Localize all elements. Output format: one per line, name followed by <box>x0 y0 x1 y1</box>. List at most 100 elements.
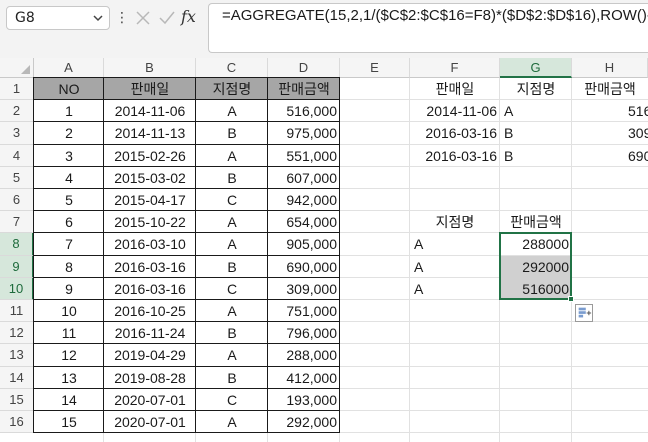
main-table-cell-amount: 690,000 <box>286 258 337 275</box>
quick-analysis-icon[interactable] <box>575 304 593 322</box>
name-box[interactable]: G8 <box>6 6 110 30</box>
main-table-cell-date: 2019-08-28 <box>114 369 186 386</box>
row-header-15[interactable]: 15 <box>0 388 34 411</box>
main-table-cell-amount: 751,000 <box>286 303 337 319</box>
row-header-7[interactable]: 7 <box>0 211 34 234</box>
side-table-header: 판매금액 <box>584 81 636 97</box>
lookup-table-header: 지점명 <box>435 214 475 231</box>
side-table-cell-branch: A <box>504 103 514 120</box>
worksheet-grid[interactable]: ABCDEFGH 1 2 3 4 5 6 7 8 9 10 11 12 13 14 15 16 NO 판매일 지점… <box>0 58 648 442</box>
row-header-5[interactable]: 5 <box>0 166 34 189</box>
main-table-cell-date: 2016-03-16 <box>114 258 186 275</box>
side-table-cell-branch: B <box>504 147 514 164</box>
table-border-h <box>33 432 340 434</box>
main-table-cell-no: 5 <box>65 192 73 208</box>
main-table-header: 지점명 <box>212 81 252 97</box>
main-table-cell-no: 4 <box>65 169 73 186</box>
column-header-d[interactable]: D <box>268 58 340 78</box>
cancel-icon[interactable] <box>134 9 152 27</box>
row-header-3[interactable]: 3 <box>0 122 34 145</box>
side-table-cell-branch: B <box>504 125 514 142</box>
main-table-cell-no: 7 <box>65 236 73 253</box>
table-border-h <box>33 232 340 234</box>
more-options-icon[interactable]: ⋮ <box>115 8 129 28</box>
main-table-cell-branch: B <box>227 169 237 186</box>
main-table-cell-amount: 905,000 <box>286 236 337 253</box>
main-table-cell-amount: 551,000 <box>286 147 337 164</box>
chevron-down-icon[interactable] <box>91 10 105 26</box>
main-table-cell-date: 2016-10-25 <box>114 303 186 319</box>
formula-input[interactable]: =AGGREGATE(15,2,1/($C$2:$C$16=F8)*($D$2:… <box>208 3 648 53</box>
main-table-cell-branch: A <box>227 347 237 364</box>
main-table-cell-no: 8 <box>65 258 73 275</box>
row-header-4[interactable]: 4 <box>0 144 34 167</box>
row-header-14[interactable]: 14 <box>0 366 34 389</box>
column-header-c[interactable]: C <box>196 58 268 78</box>
side-table-header: 판매일 <box>435 81 475 97</box>
lookup-table-cell-branch: A <box>414 258 424 275</box>
main-table-cell-no: 10 <box>61 303 77 319</box>
table-border-h <box>33 77 340 78</box>
main-table-cell-no: 2 <box>65 125 73 142</box>
main-table-cell-date: 2015-10-22 <box>114 214 186 231</box>
column-header-e[interactable]: E <box>340 58 410 78</box>
side-table-cell-amount: 690 <box>628 147 648 164</box>
main-table-header: NO <box>58 81 80 97</box>
main-table-cell-no: 9 <box>65 280 73 297</box>
table-border-h <box>33 387 340 389</box>
row-header-11[interactable]: 11 <box>0 300 34 323</box>
main-table-cell-amount: 975,000 <box>286 125 337 142</box>
insert-function-button[interactable]: fx <box>181 5 203 29</box>
main-table-cell-branch: B <box>227 369 237 386</box>
lookup-table-cell-branch: A <box>414 280 424 297</box>
select-all-button[interactable] <box>0 58 34 78</box>
main-table-cell-branch: A <box>227 214 237 231</box>
row-header-16[interactable]: 16 <box>0 411 34 434</box>
table-border-h <box>33 143 340 145</box>
row-header-2[interactable]: 2 <box>0 100 34 123</box>
side-table-cell-date: 2016-03-16 <box>425 125 497 142</box>
main-table-cell-date: 2016-03-10 <box>114 236 186 253</box>
main-table-cell-date: 2019-04-29 <box>114 347 186 364</box>
main-table-cell-no: 14 <box>61 391 77 408</box>
main-table-cell-no: 13 <box>61 369 77 386</box>
column-header-h[interactable]: H <box>572 58 648 78</box>
lookup-table-header: 판매금액 <box>510 214 562 231</box>
row-header-10[interactable]: 10 <box>0 277 34 300</box>
side-table-cell-date: 2014-11-06 <box>426 103 497 120</box>
select-all-triangle-icon <box>21 65 30 74</box>
main-table-cell-branch: B <box>227 125 237 142</box>
formula-text: =AGGREGATE(15,2,1/($C$2:$C$16=F8)*($D$2:… <box>222 7 648 24</box>
main-table-cell-amount: 516,000 <box>286 103 337 120</box>
main-table-cell-branch: A <box>227 236 237 253</box>
row-header-9[interactable]: 9 <box>0 255 34 278</box>
selection-range <box>499 232 572 300</box>
row-header-8[interactable]: 8 <box>0 233 34 256</box>
side-table-cell-date: 2016-03-16 <box>425 147 497 164</box>
main-table-cell-no: 12 <box>61 347 77 364</box>
column-header-b[interactable]: B <box>104 58 196 78</box>
column-header-a[interactable]: A <box>34 58 104 78</box>
main-table-cell-no: 11 <box>61 325 77 342</box>
main-table-cell-amount: 309,000 <box>286 280 337 297</box>
column-header-g[interactable]: G <box>500 58 572 78</box>
row-header-6[interactable]: 6 <box>0 189 34 212</box>
table-border-h <box>33 99 340 101</box>
main-table-cell-branch: B <box>227 258 237 275</box>
main-table-cell-no: 3 <box>65 147 73 164</box>
main-table-cell-amount: 654,000 <box>286 214 337 231</box>
main-table-cell-branch: A <box>227 303 237 319</box>
row-header-13[interactable]: 13 <box>0 344 34 367</box>
main-table-header: 판매금액 <box>278 81 330 97</box>
row-header-12[interactable]: 12 <box>0 322 34 345</box>
main-table-cell-date: 2014-11-13 <box>114 125 186 142</box>
fill-handle[interactable] <box>568 296 574 302</box>
main-table-cell-branch: A <box>227 147 237 164</box>
row-header-1[interactable]: 1 <box>0 78 34 101</box>
table-border-h <box>33 121 340 123</box>
main-table-cell-date: 2015-04-17 <box>114 192 186 208</box>
table-border-h <box>33 410 340 411</box>
column-header-f[interactable]: F <box>410 58 500 78</box>
check-icon[interactable] <box>158 9 176 27</box>
main-table-cell-date: 2020-07-01 <box>114 391 186 408</box>
